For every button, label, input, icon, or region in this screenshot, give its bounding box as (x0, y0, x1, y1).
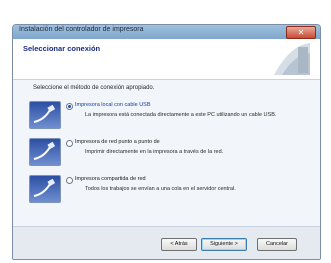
option-title: Impresora compartida de red (75, 176, 146, 182)
radio-shared-network[interactable] (66, 177, 73, 184)
option-description: Imprimir directamente en la impresora a … (85, 149, 224, 155)
back-button[interactable]: < Atrás (161, 238, 197, 251)
wizard-body: Seleccione el método de conexión apropia… (13, 80, 320, 226)
close-button[interactable]: ✕ (286, 26, 316, 39)
usb-cable-icon (29, 101, 61, 129)
window-title: Instalación del controlador de impresora (19, 26, 144, 33)
option-description: Todos los trabajos se envían a una cola … (85, 186, 236, 192)
close-icon: ✕ (297, 28, 305, 37)
title-bar[interactable]: Instalación del controlador de impresora… (13, 25, 320, 39)
intro-text: Seleccione el método de conexión apropia… (33, 85, 155, 91)
radio-network-p2p[interactable] (66, 140, 73, 147)
installer-window: Instalación del controlador de impresora… (12, 24, 321, 260)
wizard-footer: < Atrás Siguiente > Cancelar (13, 226, 320, 259)
shared-network-cable-icon (29, 175, 61, 203)
cancel-button[interactable]: Cancelar (257, 238, 297, 251)
option-shared-network[interactable]: Impresora compartida de red Todos los tr… (29, 174, 311, 204)
page-title: Seleccionar conexión (23, 44, 101, 53)
next-button[interactable]: Siguiente > (201, 238, 247, 251)
option-description: La impresora está conectada directamente… (85, 112, 277, 118)
wizard-header: Seleccionar conexión (13, 39, 320, 80)
radio-usb[interactable] (66, 103, 73, 110)
option-usb[interactable]: Impresora local con cable USB La impreso… (29, 100, 311, 130)
network-cable-icon (29, 138, 61, 166)
printer-graphic-icon (274, 43, 310, 75)
option-title: Impresora local con cable USB (75, 102, 151, 108)
option-network-p2p[interactable]: Impresora de red punto a punto de Imprim… (29, 137, 311, 167)
option-title: Impresora de red punto a punto de (75, 139, 160, 145)
